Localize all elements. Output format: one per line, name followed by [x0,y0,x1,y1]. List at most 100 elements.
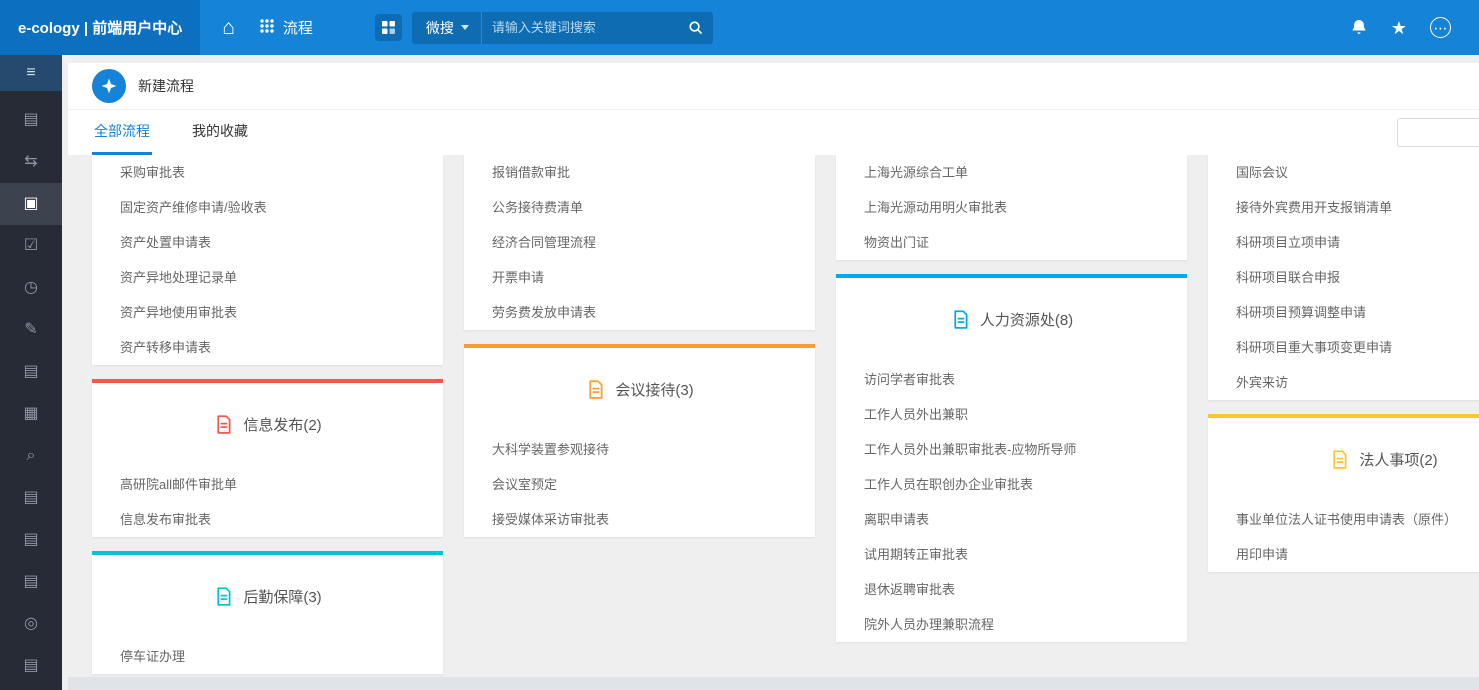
left-sidebar: ≡▤⇆▣☑◷✎▤▦⌕▤▤▤◎▤ [0,55,62,690]
process-link[interactable]: 院外人员办理兼职流程 [836,607,1187,642]
process-link[interactable]: 科研项目联合申报 [1208,260,1479,295]
process-link[interactable]: 固定资产维修申请/验收表 [92,190,443,225]
favorites-star-icon[interactable]: ★ [1391,19,1407,37]
sidebar-item-archive-doc[interactable]: ▤ [0,519,62,561]
process-link[interactable]: 访问学者审批表 [836,362,1187,397]
category-title: 后勤保障(3) [243,586,321,607]
sidebar-item-form-doc[interactable]: ▤ [0,561,62,603]
report-doc-icon: ▤ [23,490,38,506]
process-link[interactable]: 离职申请表 [836,502,1187,537]
process-link[interactable]: 科研项目重大事项变更申请 [1208,330,1479,365]
sidebar-item-misc-doc[interactable]: ▤ [0,645,62,687]
process-link[interactable]: 接受媒体采访审批表 [464,502,815,537]
menu-toggle-icon: ≡ [26,65,35,81]
search-scope-dropdown[interactable]: 微搜 [412,12,481,44]
search-scope-label: 微搜 [426,18,454,38]
process-link[interactable]: 报销借款审批 [464,155,815,190]
process-link[interactable]: 工作人员外出兼职 [836,397,1187,432]
sidebar-item-todo-check[interactable]: ☑ [0,225,62,267]
process-link[interactable]: 开票申请 [464,260,815,295]
sidebar-item-pending-clock[interactable]: ◷ [0,267,62,309]
process-link[interactable]: 外宾来访 [1208,365,1479,400]
process-link[interactable]: 接待外宾费用开支报销清单 [1208,190,1479,225]
sidebar-item-report-doc[interactable]: ▤ [0,477,62,519]
process-filter-input[interactable] [1397,118,1479,147]
nav-process[interactable]: 流程 [259,17,313,38]
sidebar-item-new-process[interactable]: ▣ [0,183,62,225]
process-link[interactable]: 会议室预定 [464,467,815,502]
sidebar-item-document[interactable]: ▤ [0,99,62,141]
tabs-bar: 全部流程 我的收藏 [68,110,1479,155]
process-link[interactable]: 资产异地处理记录单 [92,260,443,295]
sidebar-item-handled-doc[interactable]: ▤ [0,351,62,393]
process-link[interactable]: 科研项目立项申请 [1208,225,1479,260]
global-search-input[interactable] [482,20,679,35]
more-options-icon[interactable]: ⋯ [1430,17,1451,38]
category-card: 报销借款审批公务接待费清单经济合同管理流程开票申请劳务费发放申请表 [464,155,815,330]
process-link[interactable]: 国际会议 [1208,155,1479,190]
process-link[interactable]: 物资出门证 [836,225,1187,260]
process-link[interactable]: 退休返聘审批表 [836,572,1187,607]
sidebar-item-workflow[interactable]: ⇆ [0,141,62,183]
category-title: 人力资源处(8) [980,309,1073,330]
category-title: 法人事项(2) [1359,449,1437,470]
process-link[interactable]: 事业单位法人证书使用申请表（原件） [1208,502,1479,537]
process-link[interactable]: 公务接待费清单 [464,190,815,225]
process-link[interactable]: 信息发布审批表 [92,502,443,537]
process-catalog: 采购审批表固定资产维修申请/验收表资产处置申请表资产异地处理记录单资产异地使用审… [68,155,1479,677]
category-header: 法人事项(2) [1208,444,1479,474]
archive-doc-icon: ▤ [23,532,38,548]
sidebar-item-draft-edit[interactable]: ✎ [0,309,62,351]
tab-my-favorites[interactable]: 我的收藏 [190,110,250,155]
process-link[interactable]: 上海光源动用明火审批表 [836,190,1187,225]
ellipsis-circle-icon: ⋯ [1430,17,1451,38]
topbar: e-cology | 前端用户中心 ⌂ 流程 微搜 ★ ⋯ [0,0,1479,55]
pending-clock-icon: ◷ [24,280,38,296]
process-link[interactable]: 高研院all邮件审批单 [92,467,443,502]
sidebar-item-menu-toggle[interactable]: ≡ [0,55,62,91]
category-card: 会议接待(3) 大科学装置参观接待会议室预定接受媒体采访审批表 [464,344,815,537]
sidebar-item-monitor[interactable]: ◎ [0,603,62,645]
process-link[interactable]: 停车证办理 [92,639,443,674]
process-link[interactable]: 用印申请 [1208,537,1479,572]
process-link[interactable]: 资产转移申请表 [92,330,443,365]
new-process-badge-icon [92,69,126,103]
category-header: 信息发布(2) [92,409,443,439]
page-title: 新建流程 [138,76,194,96]
process-link[interactable]: 试用期转正审批表 [836,537,1187,572]
process-link[interactable]: 经济合同管理流程 [464,225,815,260]
home-icon[interactable]: ⌂ [222,17,235,38]
process-link[interactable]: 资产处置申请表 [92,225,443,260]
topbar-search-area: 微搜 [375,12,713,44]
category-title: 会议接待(3) [615,379,693,400]
tab-all-processes[interactable]: 全部流程 [92,110,152,155]
category-card: 采购审批表固定资产维修申请/验收表资产处置申请表资产异地处理记录单资产异地使用审… [92,155,443,365]
category-title: 信息发布(2) [243,414,321,435]
monitor-icon: ◎ [24,616,38,632]
process-link[interactable]: 科研项目预算调整申请 [1208,295,1479,330]
process-link[interactable]: 采购审批表 [92,155,443,190]
draft-edit-icon: ✎ [24,322,37,338]
quick-apps-icon[interactable] [375,14,402,41]
category-card: 国际会议接待外宾费用开支报销清单科研项目立项申请科研项目联合申报科研项目预算调整… [1208,155,1479,400]
nav-process-label: 流程 [283,17,313,38]
main-area: 新建流程 全部流程 我的收藏 采购审批表固定资产维修申请/验收表资产处置申请表资… [62,55,1479,690]
category-header: 后勤保障(3) [92,581,443,611]
search-icon[interactable] [679,20,713,35]
notifications-bell-icon[interactable] [1350,18,1368,37]
form-doc-icon: ▤ [23,574,38,590]
brand-logo[interactable]: e-cology | 前端用户中心 [0,0,200,55]
process-link[interactable]: 上海光源综合工单 [836,155,1187,190]
process-link[interactable]: 大科学装置参观接待 [464,432,815,467]
process-link[interactable]: 劳务费发放申请表 [464,295,815,330]
global-search [481,12,713,44]
topbar-actions: ★ ⋯ [1350,17,1479,38]
process-column: 国际会议接待外宾费用开支报销清单科研项目立项申请科研项目联合申报科研项目预算调整… [1208,155,1479,586]
process-link[interactable]: 资产异地使用审批表 [92,295,443,330]
page-header: 新建流程 [68,63,1479,110]
workflow-icon: ⇆ [24,154,37,170]
sidebar-item-search[interactable]: ⌕ [0,435,62,477]
process-link[interactable]: 工作人员外出兼职审批表-应物所导师 [836,432,1187,467]
sidebar-item-contacts[interactable]: ▦ [0,393,62,435]
process-link[interactable]: 工作人员在职创办企业审批表 [836,467,1187,502]
